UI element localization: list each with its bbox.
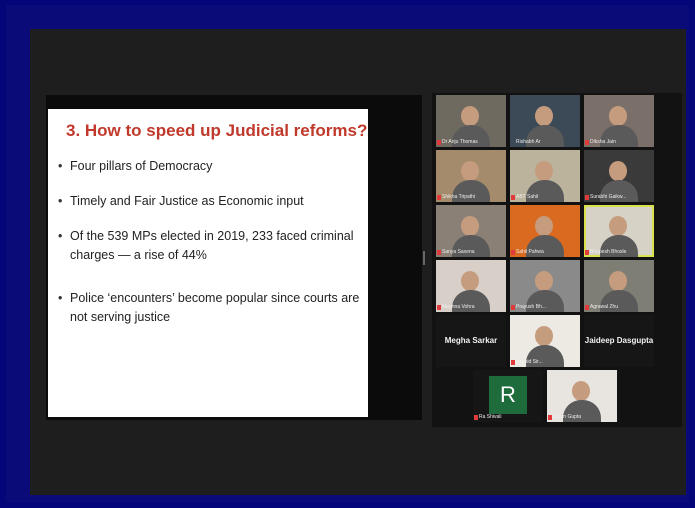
presentation-slide: 3. How to speed up Judicial reforms? Fou… [48,109,368,417]
participant-tile[interactable]: Sahsid Sir... [510,315,580,367]
mic-muted-icon [511,360,515,365]
participant-tile-video-off[interactable]: R Ra Shivali [473,370,543,422]
participant-video [461,161,479,181]
participant-name: Aryan Gupta [553,414,582,420]
participant-tile[interactable]: Meghna Vohra [436,260,506,312]
mic-muted-icon [511,195,515,200]
mic-muted-icon [437,250,441,255]
participant-name: Rishabh Ar [516,139,541,145]
participant-tile[interactable]: Diksha Jain [584,95,654,147]
participant-name: Meghna Vohra [442,304,475,310]
participant-name: Sahsid Sir... [516,359,543,365]
slide-bullet-list: Four pillars of Democracy Timely and Fai… [56,157,362,343]
participant-video [461,271,479,291]
participant-video [535,271,553,291]
participant-name: Dr Anju Thomas [442,139,478,145]
mic-muted-icon [474,415,478,420]
mic-muted-icon [437,140,441,145]
participant-name: Surabhi Gaikw... [590,194,627,200]
participant-name: Bhupesh Bhosle [590,249,627,255]
participant-video [461,216,479,236]
participant-video [572,381,590,401]
participant-video [535,106,553,126]
participant-tile[interactable]: Shikha Tripathi [436,150,506,202]
participant-name-large: Jaideep Dasgupta [584,336,654,345]
participant-video [535,161,553,181]
slide-bullet: Of the 539 MPs elected in 2019, 233 face… [56,227,362,265]
participant-tile[interactable]: Agrawal Zhu [584,260,654,312]
mic-muted-icon [437,305,441,310]
participant-name: ABT Sahil [516,194,539,200]
participant-name: Shikha Tripathi [442,194,476,200]
mic-muted-icon [437,195,441,200]
participant-tile[interactable]: Aryan Gupta [547,370,617,422]
participant-name: Sahil Pahwa [516,249,544,255]
mic-muted-icon [511,305,515,310]
mic-muted-icon [585,195,589,200]
participant-gallery: Dr Anju Thomas Rishabh Ar Diksha Jain Sh… [432,93,682,427]
slide-bullet: Four pillars of Democracy [56,157,362,176]
participant-name: Agrawal Zhu [590,304,619,310]
meeting-screen: 3. How to speed up Judicial reforms? Fou… [30,29,686,495]
participant-name: Ra Shivali [479,414,502,420]
slide-title: 3. How to speed up Judicial reforms? [66,121,368,140]
participant-video [609,161,627,181]
mic-muted-icon [511,250,515,255]
participant-name-large: Megha Sarkar [444,336,498,345]
participant-tile[interactable]: ABT Sahil [510,150,580,202]
participant-video [461,106,479,126]
slide-bullet: Timely and Fair Justice as Economic inpu… [56,192,362,211]
active-speaker-tile[interactable]: Bhupesh Bhosle [584,205,654,257]
participant-tile[interactable]: Sahil Pahwa [510,205,580,257]
mic-muted-icon [548,415,552,420]
participant-video [609,271,627,291]
split-view-handle[interactable] [423,251,425,265]
slide-bullet: Police ‘encounters’ become popular since… [56,289,362,327]
participant-video [609,106,627,126]
participant-video [535,216,553,236]
mic-muted-icon [585,305,589,310]
participant-tile-video-off[interactable]: Megha Sarkar [436,315,506,367]
participant-tile[interactable]: Sanya Saxena [436,205,506,257]
participant-tile[interactable]: Dr Anju Thomas [436,95,506,147]
mic-muted-icon [585,140,589,145]
participant-tile[interactable]: Surabhi Gaikw... [584,150,654,202]
participant-video [609,216,627,236]
participant-name: Diksha Jain [590,139,616,145]
participant-video [535,326,553,346]
participant-name: Sanya Saxena [442,249,475,255]
participant-tile-video-off[interactable]: Jaideep Dasgupta [584,315,654,367]
participant-initial-avatar: R [489,376,527,414]
participant-name: Prayush Bh... [516,304,547,310]
outer-frame: 3. How to speed up Judicial reforms? Fou… [6,5,689,502]
mic-muted-icon [585,250,589,255]
participant-tile[interactable]: Prayush Bh... [510,260,580,312]
participant-tile[interactable]: Rishabh Ar [510,95,580,147]
